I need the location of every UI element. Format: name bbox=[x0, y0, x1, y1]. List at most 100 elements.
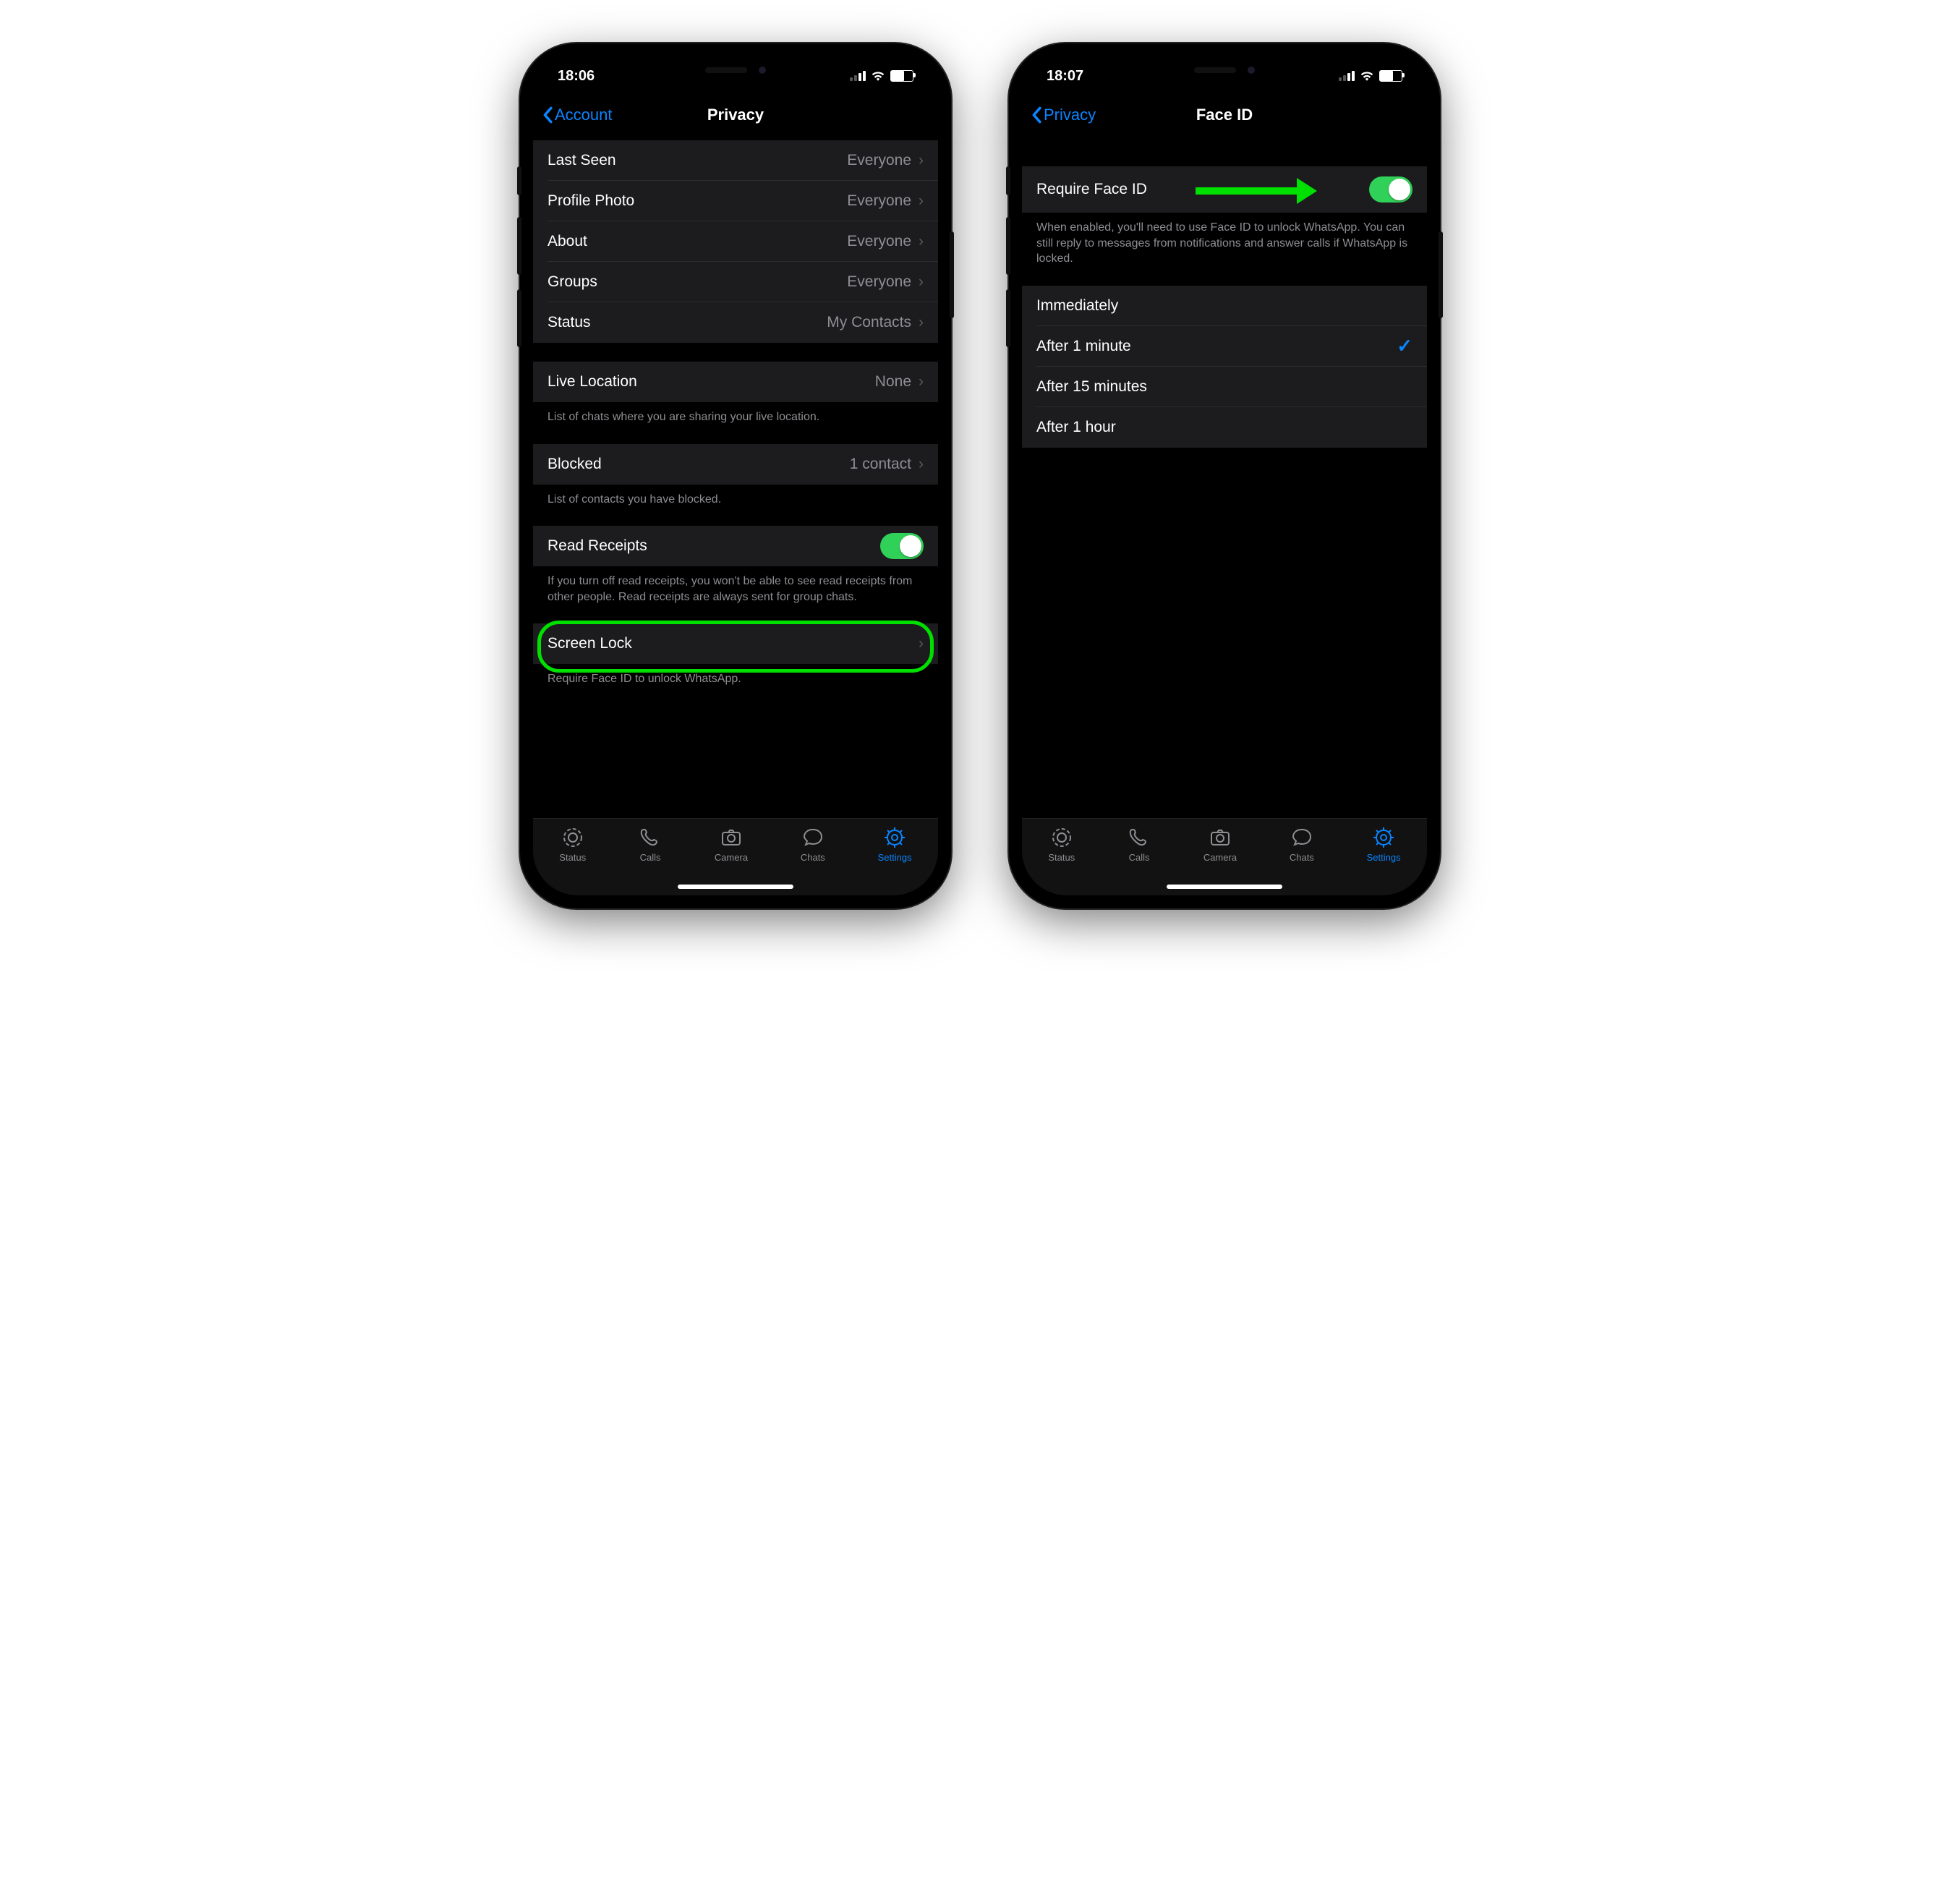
tab-label: Status bbox=[559, 852, 586, 863]
tab-label: Chats bbox=[801, 852, 825, 863]
battery-icon bbox=[890, 70, 913, 82]
status-icon bbox=[1050, 826, 1073, 849]
gear-icon bbox=[883, 826, 906, 849]
row-value: Everyone bbox=[847, 152, 911, 169]
phone-right: 18:07 Privacy Face ID Require Face ID bbox=[1009, 43, 1440, 908]
home-indicator[interactable] bbox=[678, 885, 793, 889]
tab-calls[interactable]: Calls bbox=[639, 826, 662, 863]
back-button[interactable]: Account bbox=[542, 106, 613, 124]
home-indicator[interactable] bbox=[1167, 885, 1282, 889]
row-last-seen[interactable]: Last Seen Everyone › bbox=[533, 140, 938, 181]
chat-icon bbox=[1290, 826, 1313, 849]
back-button[interactable]: Privacy bbox=[1031, 106, 1096, 124]
page-title: Face ID bbox=[1196, 106, 1253, 124]
row-value: Everyone bbox=[847, 233, 911, 250]
row-about[interactable]: About Everyone › bbox=[533, 221, 938, 262]
row-groups[interactable]: Groups Everyone › bbox=[533, 262, 938, 302]
footer-screen-lock: Require Face ID to unlock WhatsApp. bbox=[533, 664, 938, 687]
phone-left: 18:06 Account Privacy Last Seen Everyone… bbox=[520, 43, 951, 908]
row-label: About bbox=[547, 233, 587, 250]
toggle-require-face-id[interactable] bbox=[1369, 176, 1413, 203]
tab-chats[interactable]: Chats bbox=[1290, 826, 1314, 863]
volume-up-button bbox=[517, 217, 521, 275]
power-button bbox=[1439, 231, 1443, 318]
back-label: Account bbox=[555, 106, 613, 124]
row-blocked[interactable]: Blocked 1 contact › bbox=[533, 444, 938, 485]
tab-label: Camera bbox=[715, 852, 748, 863]
chevron-right-icon: › bbox=[919, 373, 924, 391]
status-time: 18:07 bbox=[1047, 68, 1083, 85]
notch bbox=[649, 56, 822, 84]
row-status[interactable]: Status My Contacts › bbox=[533, 302, 938, 343]
cellular-icon bbox=[1339, 71, 1355, 81]
chevron-right-icon: › bbox=[919, 273, 924, 291]
row-live-location[interactable]: Live Location None › bbox=[533, 362, 938, 402]
back-label: Privacy bbox=[1044, 106, 1096, 124]
tab-label: Status bbox=[1048, 852, 1075, 863]
row-profile-photo[interactable]: Profile Photo Everyone › bbox=[533, 181, 938, 221]
row-label: After 15 minutes bbox=[1036, 378, 1147, 396]
tab-camera[interactable]: Camera bbox=[1203, 826, 1237, 863]
camera-icon bbox=[1209, 826, 1232, 849]
row-label: Live Location bbox=[547, 373, 637, 391]
row-screen-lock[interactable]: Screen Lock › bbox=[533, 623, 938, 664]
row-timeout-1min[interactable]: After 1 minute ✓ bbox=[1022, 326, 1427, 367]
chevron-left-icon bbox=[542, 106, 553, 124]
row-label: Require Face ID bbox=[1036, 181, 1147, 198]
chevron-right-icon: › bbox=[919, 152, 924, 169]
tab-status[interactable]: Status bbox=[1048, 826, 1075, 863]
tab-settings[interactable]: Settings bbox=[1367, 826, 1401, 863]
tab-bar: Status Calls Camera Chats Settings bbox=[1022, 818, 1427, 895]
row-value: None bbox=[875, 373, 911, 391]
row-timeout-1hour[interactable]: After 1 hour bbox=[1022, 407, 1427, 448]
volume-down-button bbox=[1006, 289, 1010, 347]
power-button bbox=[950, 231, 954, 318]
battery-icon bbox=[1379, 70, 1402, 82]
row-label: Screen Lock bbox=[547, 635, 632, 652]
phone-icon bbox=[639, 826, 662, 849]
status-time: 18:06 bbox=[558, 68, 595, 85]
footer-require-face-id: When enabled, you'll need to use Face ID… bbox=[1022, 213, 1427, 267]
row-label: Groups bbox=[547, 273, 597, 291]
tab-label: Calls bbox=[1129, 852, 1150, 863]
wifi-icon bbox=[1360, 71, 1373, 81]
camera-icon bbox=[720, 826, 743, 849]
row-label: After 1 minute bbox=[1036, 338, 1131, 355]
chevron-right-icon: › bbox=[919, 192, 924, 210]
chevron-right-icon: › bbox=[919, 314, 924, 331]
page-title: Privacy bbox=[707, 106, 764, 124]
toggle-read-receipts[interactable] bbox=[880, 533, 924, 559]
chevron-right-icon: › bbox=[919, 456, 924, 473]
tab-label: Chats bbox=[1290, 852, 1314, 863]
tab-label: Settings bbox=[878, 852, 912, 863]
row-timeout-15min[interactable]: After 15 minutes bbox=[1022, 367, 1427, 407]
annotation-arrow bbox=[1196, 178, 1317, 204]
tab-settings[interactable]: Settings bbox=[878, 826, 912, 863]
chevron-left-icon bbox=[1031, 106, 1042, 124]
row-label: Read Receipts bbox=[547, 537, 647, 555]
cellular-icon bbox=[850, 71, 866, 81]
row-value: My Contacts bbox=[827, 314, 911, 331]
mute-switch bbox=[1006, 166, 1010, 195]
row-value: Everyone bbox=[847, 192, 911, 210]
row-value: 1 contact bbox=[850, 456, 911, 473]
row-label: Immediately bbox=[1036, 297, 1118, 315]
nav-header: Account Privacy bbox=[533, 95, 938, 135]
tab-status[interactable]: Status bbox=[559, 826, 586, 863]
row-label: After 1 hour bbox=[1036, 419, 1116, 436]
tab-calls[interactable]: Calls bbox=[1128, 826, 1151, 863]
tab-chats[interactable]: Chats bbox=[801, 826, 825, 863]
tab-bar: Status Calls Camera Chats Settings bbox=[533, 818, 938, 895]
row-timeout-immediately[interactable]: Immediately bbox=[1022, 286, 1427, 326]
tab-camera[interactable]: Camera bbox=[715, 826, 748, 863]
footer-read-receipts: If you turn off read receipts, you won't… bbox=[533, 566, 938, 605]
tab-label: Settings bbox=[1367, 852, 1401, 863]
footer-blocked: List of contacts you have blocked. bbox=[533, 485, 938, 508]
tab-label: Camera bbox=[1203, 852, 1237, 863]
tab-label: Calls bbox=[640, 852, 661, 863]
row-read-receipts[interactable]: Read Receipts bbox=[533, 526, 938, 566]
row-label: Blocked bbox=[547, 456, 602, 473]
volume-up-button bbox=[1006, 217, 1010, 275]
row-label: Last Seen bbox=[547, 152, 616, 169]
wifi-icon bbox=[872, 71, 885, 81]
